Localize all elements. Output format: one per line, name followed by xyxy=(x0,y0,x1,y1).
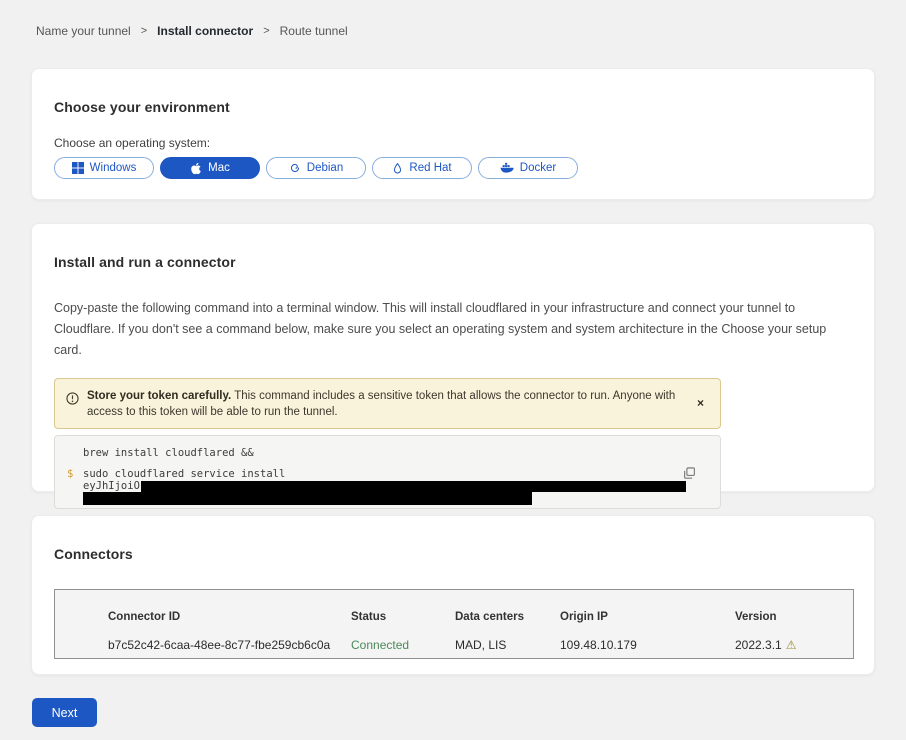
os-button-label: Windows xyxy=(90,162,137,174)
col-header-data-centers: Data centers xyxy=(455,611,560,629)
breadcrumb-step-install-connector[interactable]: Install connector xyxy=(157,24,253,38)
redacted-token-bar xyxy=(141,481,686,492)
code-line-brew: brew install cloudflared && xyxy=(83,447,704,459)
os-button-docker[interactable]: Docker xyxy=(478,157,578,179)
connectors-card-title: Connectors xyxy=(54,546,852,562)
windows-logo-icon xyxy=(72,162,84,174)
environment-card-title: Choose your environment xyxy=(54,99,852,115)
token-warning-text: Store your token carefully. This command… xyxy=(87,388,683,420)
next-button[interactable]: Next xyxy=(32,698,97,727)
os-button-redhat[interactable]: Red Hat xyxy=(372,157,472,179)
connectors-card: Connectors Connector ID Status Data cent… xyxy=(31,515,875,675)
os-select-label: Choose an operating system: xyxy=(54,136,852,150)
os-button-row: Windows Mac Debian xyxy=(54,157,852,179)
apple-logo-icon xyxy=(190,162,202,175)
environment-card: Choose your environment Choose an operat… xyxy=(31,68,875,200)
breadcrumb-separator: > xyxy=(141,25,147,37)
code-line-token: eyJhIjoiO xyxy=(83,480,686,492)
code-line-token-2 xyxy=(83,492,686,505)
cell-origin-ip: 109.48.10.179 xyxy=(560,638,735,658)
os-button-label: Mac xyxy=(208,162,230,174)
os-button-label: Debian xyxy=(307,162,343,174)
install-connector-card: Install and run a connector Copy-paste t… xyxy=(31,223,875,492)
col-header-origin-ip: Origin IP xyxy=(560,611,735,629)
redacted-token-bar xyxy=(83,492,532,505)
breadcrumb: Name your tunnel > Install connector > R… xyxy=(0,0,906,38)
cell-data-centers: MAD, LIS xyxy=(455,638,560,658)
col-header-connector-id: Connector ID xyxy=(108,611,351,629)
install-command-codeblock: brew install cloudflared && $ sudo cloud… xyxy=(54,435,721,509)
os-button-label: Red Hat xyxy=(409,162,451,174)
token-warning-banner: Store your token carefully. This command… xyxy=(54,378,721,429)
os-button-windows[interactable]: Windows xyxy=(54,157,154,179)
close-icon[interactable]: × xyxy=(691,396,710,410)
copy-icon[interactable] xyxy=(681,465,698,485)
col-header-status: Status xyxy=(351,611,455,629)
install-card-title: Install and run a connector xyxy=(54,254,852,270)
shell-prompt: $ xyxy=(67,468,76,505)
version-warning-icon[interactable]: ⚠ xyxy=(786,638,797,652)
docker-logo-icon xyxy=(500,162,514,174)
connectors-table: Connector ID Status Data centers Origin … xyxy=(54,589,854,659)
os-button-mac[interactable]: Mac xyxy=(160,157,260,179)
install-description: Copy-paste the following command into a … xyxy=(54,298,849,361)
code-line-service-install: sudo cloudflared service install xyxy=(83,468,686,480)
debian-logo-icon xyxy=(289,162,301,174)
os-button-label: Docker xyxy=(520,162,556,174)
cell-connector-id: b7c52c42-6caa-48ee-8c77-fbe259cb6c0a xyxy=(108,638,351,658)
breadcrumb-separator: > xyxy=(263,25,269,37)
redhat-logo-icon xyxy=(392,162,403,175)
status-badge: Connected xyxy=(351,638,455,658)
breadcrumb-step-route-tunnel[interactable]: Route tunnel xyxy=(280,24,348,38)
tunnel-setup-page: Name your tunnel > Install connector > R… xyxy=(0,0,906,740)
col-header-version: Version xyxy=(735,611,843,629)
token-warning-bold: Store your token carefully. xyxy=(87,390,231,402)
breadcrumb-step-name-tunnel[interactable]: Name your tunnel xyxy=(36,24,131,38)
alert-circle-icon xyxy=(66,392,79,410)
os-button-debian[interactable]: Debian xyxy=(266,157,366,179)
cell-version: 2022.3.1⚠ xyxy=(735,638,843,658)
